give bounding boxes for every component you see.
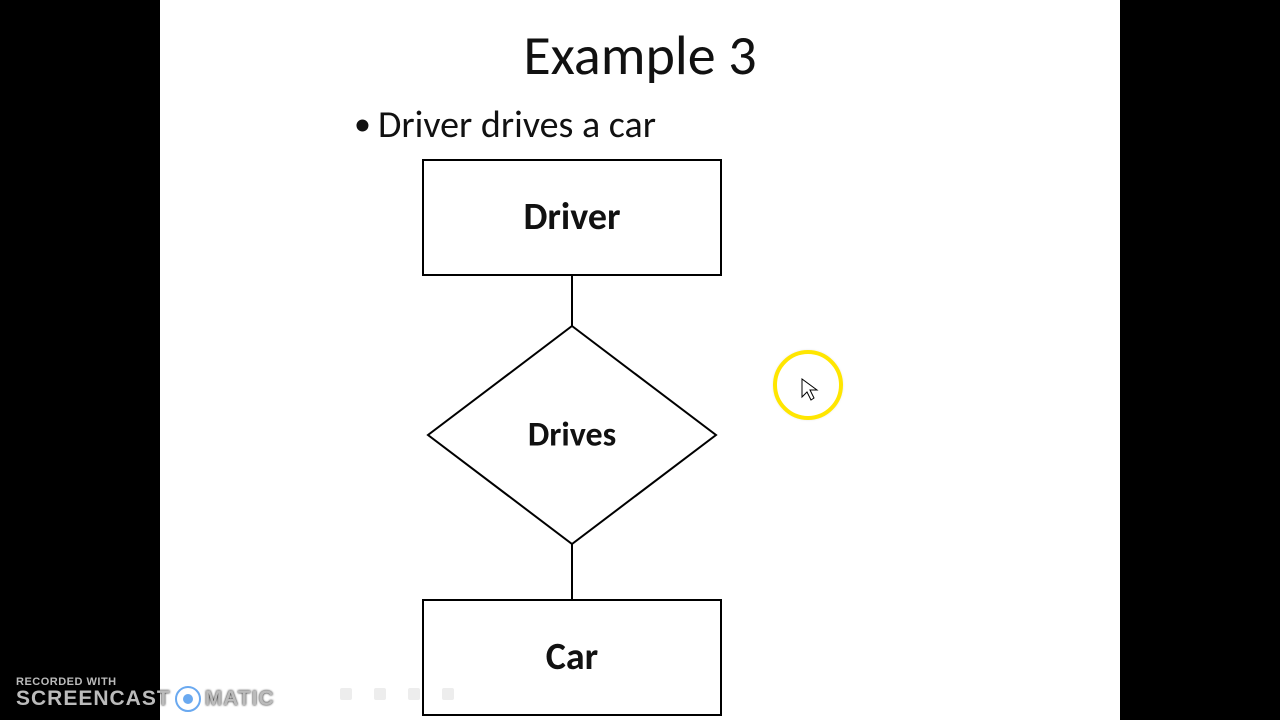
cursor-icon: [801, 378, 819, 402]
watermark-brand-left: SCREENCAST: [16, 687, 171, 711]
watermark-logo-icon: [175, 686, 201, 712]
relationship-label: Drives: [528, 414, 616, 455]
watermark-brand-right: MATIC: [205, 687, 275, 711]
slide-nav-dots: [340, 688, 454, 700]
er-diagram: Driver Drives Car: [160, 0, 1120, 720]
nav-dot: [442, 688, 454, 700]
watermark: RECORDED WITH SCREENCAST MATIC: [16, 676, 275, 712]
nav-dot: [340, 688, 352, 700]
entity-driver-label: Driver: [523, 194, 620, 240]
nav-dot: [408, 688, 420, 700]
nav-dot: [374, 688, 386, 700]
slide: Example 3 Driver drives a car Driver Dri…: [160, 0, 1120, 720]
watermark-brand: SCREENCAST MATIC: [16, 686, 275, 712]
entity-car-label: Car: [546, 634, 598, 680]
